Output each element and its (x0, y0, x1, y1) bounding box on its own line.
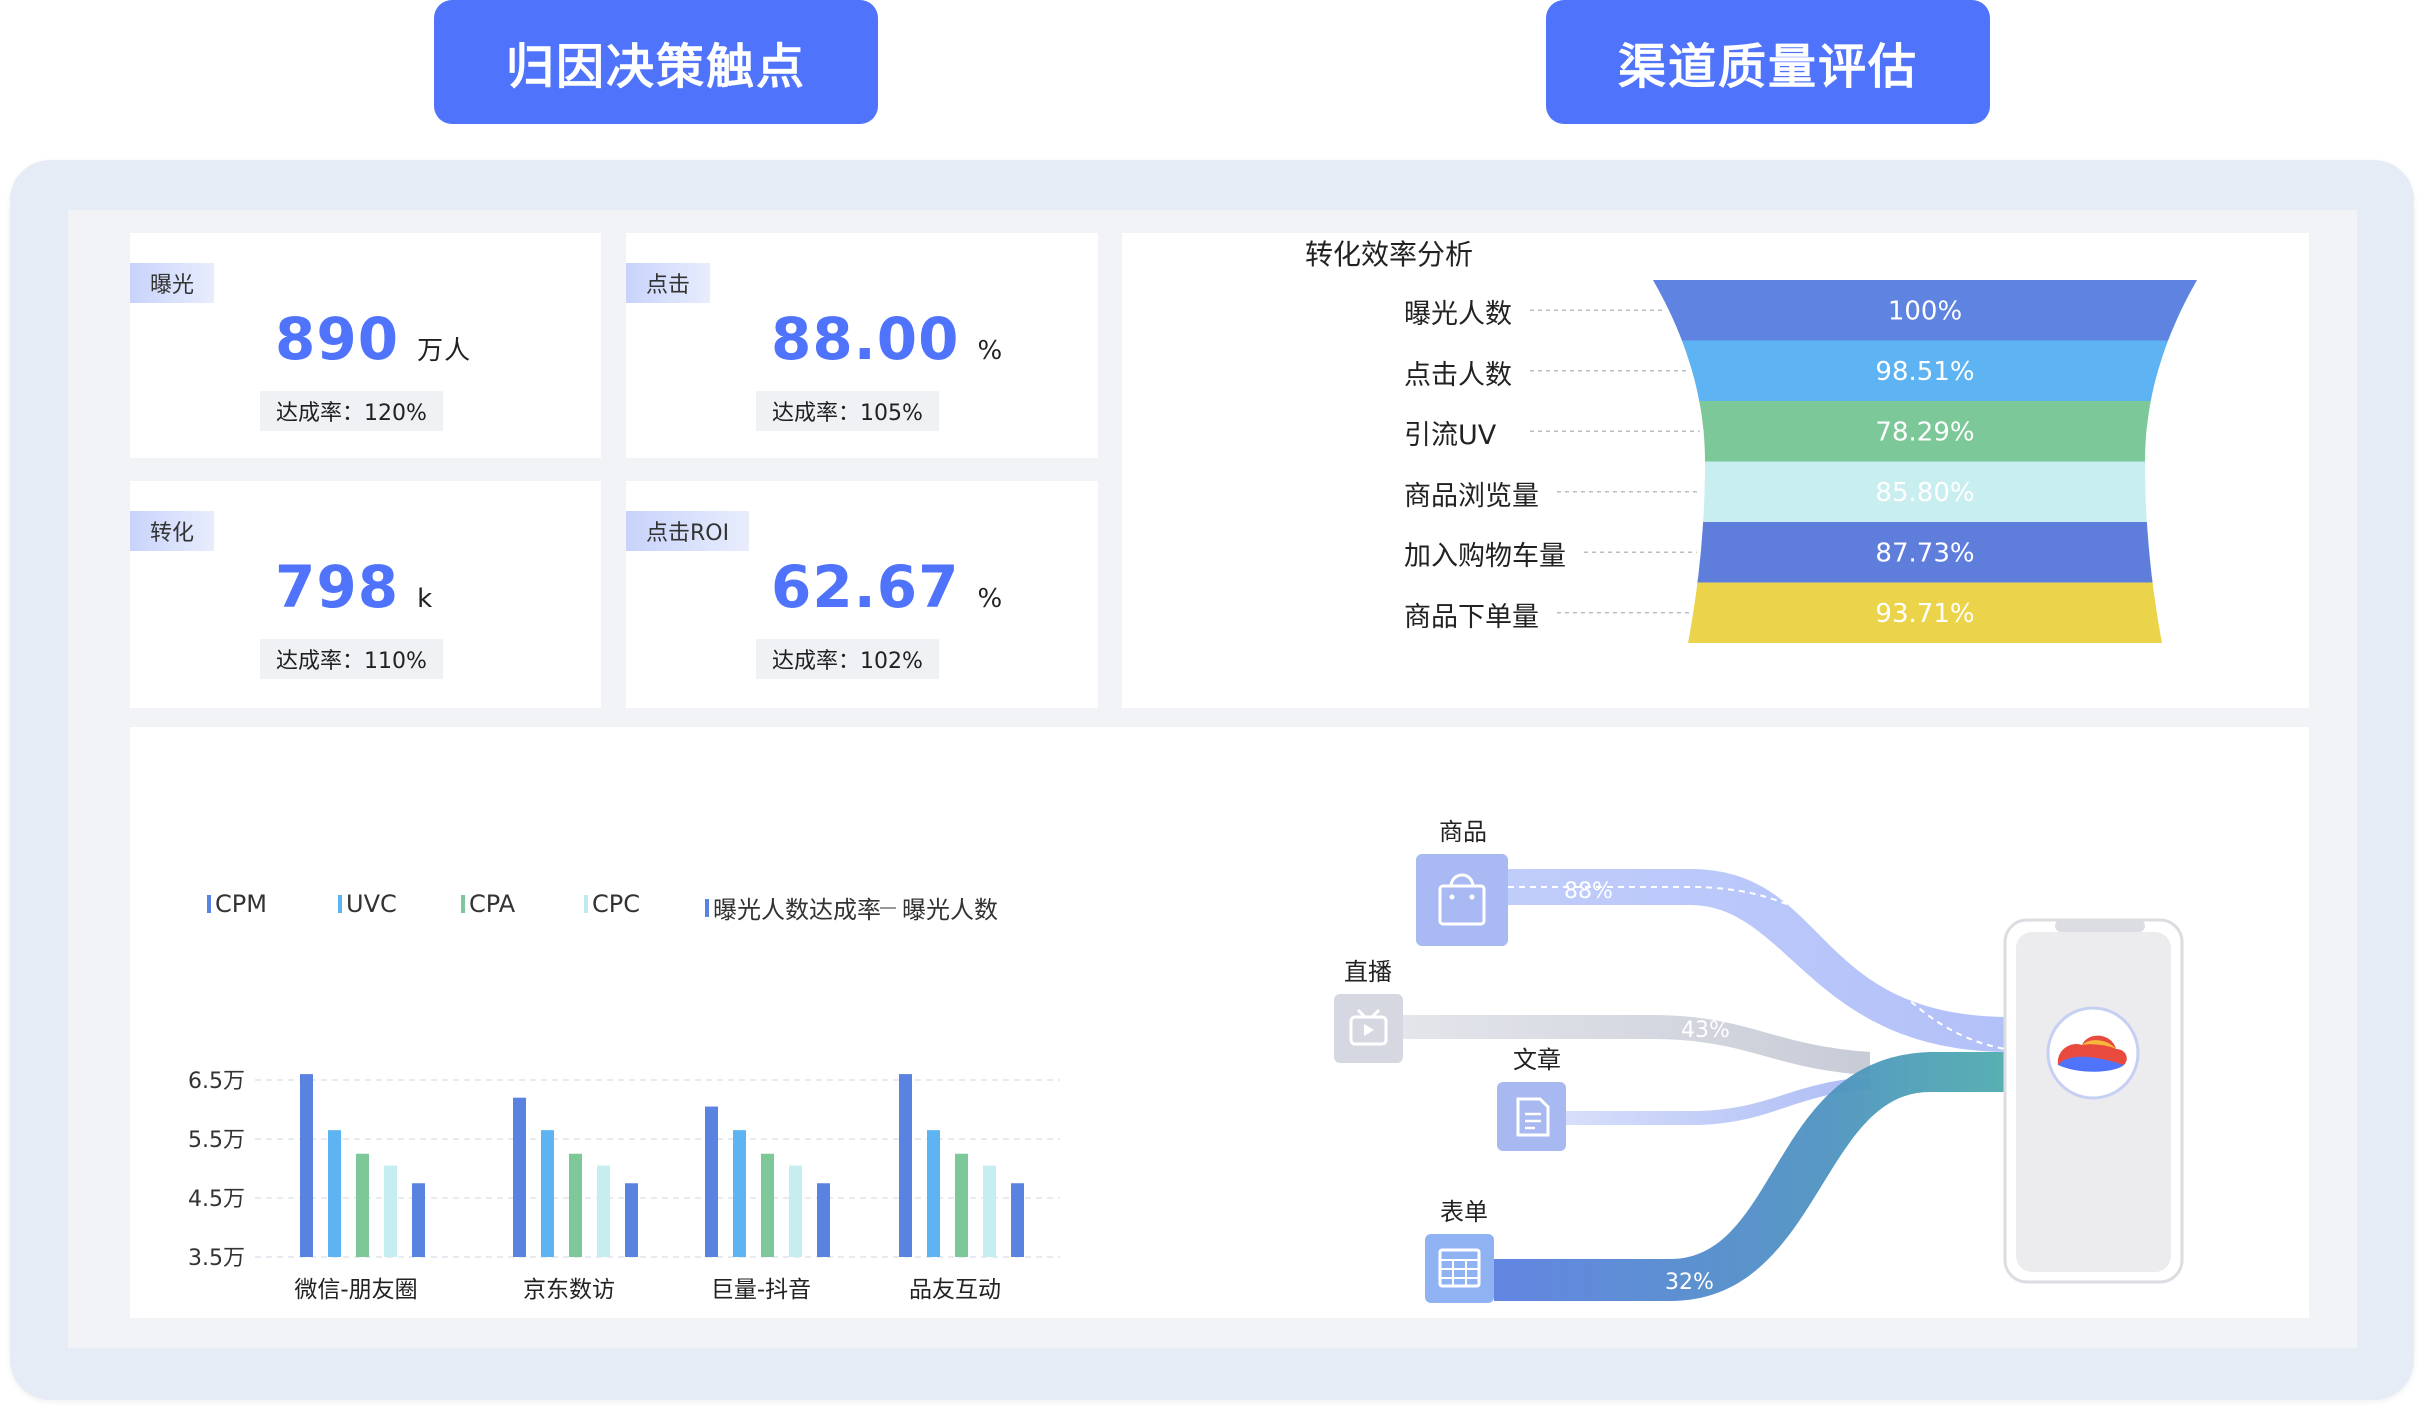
tab-channel-quality[interactable]: 渠道质量评估 (1546, 0, 1990, 124)
kpi-card-exposure: 曝光 890 万人 达成率：120% (130, 233, 601, 458)
kpi-card-conversion: 转化 798 k 达成率：110% (130, 481, 601, 708)
source-node-product[interactable] (1416, 854, 1508, 946)
kpi-tag: 转化 (130, 511, 215, 551)
kpi-tag: 点击 (626, 263, 711, 303)
source-label-article: 文章 (1513, 1046, 1561, 1074)
kpi-rate: 达成率：110% (260, 639, 443, 679)
dashboard-panel: 曝光 890 万人 达成率：120% 点击 88.00% 达成率：105% 转化 … (68, 210, 2357, 1348)
funnel-stage-value: 85.80% (1875, 478, 1974, 508)
kpi-unit: % (977, 336, 1004, 366)
phone-frame (2003, 918, 2184, 1284)
kpi-value: 798 k (275, 553, 434, 621)
funnel-stage-value: 98.51% (1875, 357, 1974, 387)
funnel-stage-value: 100% (1888, 296, 1962, 326)
flow-form (1494, 1052, 2050, 1301)
kpi-rate: 达成率：102% (756, 639, 939, 679)
source-label-product: 商品 (1439, 818, 1487, 846)
cloud-logo-icon (2046, 1006, 2140, 1100)
flow-percent-product: 88% (1564, 879, 1613, 904)
source-node-live[interactable] (1334, 994, 1403, 1063)
funnel-stage-value: 78.29% (1875, 417, 1974, 447)
kpi-value: 62.67% (771, 553, 1004, 621)
funnel-card: 转化效率分析 曝光人数 点击人数 引流UV 商品浏览量 加入购物车量 商品下单量 100%… (1122, 233, 2309, 708)
source-label-form: 表单 (1440, 1198, 1488, 1226)
kpi-unit: k (417, 584, 434, 614)
source-node-article[interactable] (1497, 1082, 1566, 1151)
kpi-card-click: 点击 88.00% 达成率：105% (626, 233, 1098, 458)
dashboard-frame: 曝光 890 万人 达成率：120% 点击 88.00% 达成率：105% 转化 … (10, 160, 2414, 1400)
kpi-value: 890 万人 (275, 305, 472, 373)
source-node-form[interactable] (1425, 1234, 1494, 1303)
tab-attribution[interactable]: 归因决策触点 (434, 0, 878, 124)
flow-percent-form: 32% (1665, 1270, 1714, 1295)
kpi-tag: 曝光 (130, 263, 215, 303)
kpi-card-click-roi: 点击ROI 62.67% 达成率：102% (626, 481, 1098, 708)
funnel-stage-value: 87.73% (1875, 538, 1974, 568)
source-label-live: 直播 (1344, 958, 1392, 986)
kpi-rate: 达成率：105% (756, 391, 939, 431)
flow-percent-live: 43% (1681, 1018, 1730, 1043)
flow-live (1403, 1015, 1870, 1075)
analysis-card: CPM UVC CPA CPC 曝光人数达成率 曝光人数 6.5万 5.5万 4.5万 3.5万… (130, 727, 2309, 1318)
kpi-unit: % (977, 584, 1004, 614)
kpi-tag: 点击ROI (626, 511, 750, 551)
kpi-rate: 达成率：120% (260, 391, 443, 431)
channel-sankey: 88% 43% 32% (1334, 854, 2184, 1303)
funnel-stage-value: 93.71% (1875, 599, 1974, 629)
kpi-value: 88.00% (771, 305, 1004, 373)
kpi-unit: 万人 (417, 336, 472, 366)
funnel-chart: 100% 98.51% 78.29% 85.80% 87.73% 93.71% (1530, 280, 2197, 643)
